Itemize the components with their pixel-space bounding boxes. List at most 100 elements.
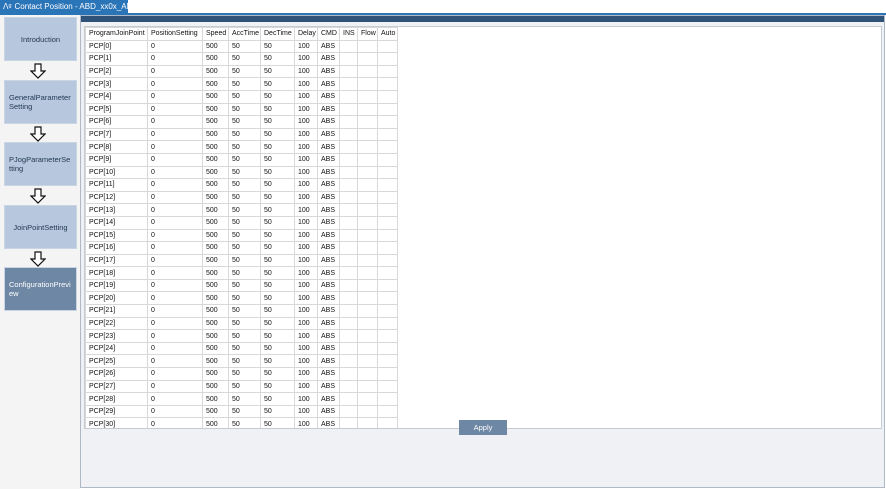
table-cell[interactable]: [357, 165, 378, 180]
table-cell[interactable]: 50: [228, 329, 261, 343]
table-cell[interactable]: 50: [228, 178, 261, 192]
table-cell[interactable]: PCP[27]: [85, 379, 148, 394]
table-cell[interactable]: ABS: [317, 39, 340, 54]
table-cell[interactable]: 50: [228, 354, 261, 369]
step-general-parameter-setting[interactable]: GeneralParameter Setting: [4, 80, 77, 124]
table-cell[interactable]: 500: [202, 417, 229, 428]
table-cell[interactable]: 50: [228, 165, 261, 180]
table-row[interactable]: PCP[10] 0 500 50 50 100 ABS: [85, 165, 398, 180]
table-cell[interactable]: 50: [260, 354, 295, 369]
table-row[interactable]: PCP[29] 0 500 50 50 100 ABS: [85, 404, 398, 419]
table-cell[interactable]: [357, 304, 378, 318]
table-cell[interactable]: PCP[22]: [85, 316, 148, 331]
table-row[interactable]: PCP[27] 0 500 50 50 100 ABS: [85, 379, 398, 394]
table-cell[interactable]: 100: [294, 39, 318, 54]
table-cell[interactable]: 0: [147, 253, 203, 268]
table-cell[interactable]: [339, 341, 358, 356]
table-cell[interactable]: [339, 329, 358, 343]
table-cell[interactable]: 500: [202, 127, 229, 142]
table-cell[interactable]: [377, 241, 398, 255]
table-cell[interactable]: [377, 379, 398, 394]
table-cell[interactable]: [377, 127, 398, 142]
table-cell[interactable]: 50: [260, 367, 295, 381]
table-row[interactable]: PCP[19] 0 500 50 50 100 ABS: [85, 278, 398, 293]
table-cell[interactable]: [377, 178, 398, 192]
table-cell[interactable]: [339, 203, 358, 217]
table-cell[interactable]: [377, 115, 398, 129]
table-cell[interactable]: 500: [202, 266, 229, 280]
table-cell[interactable]: ABS: [317, 253, 340, 268]
column-header[interactable]: Speed: [202, 27, 229, 41]
table-cell[interactable]: [377, 417, 398, 428]
table-cell[interactable]: [357, 253, 378, 268]
table-cell[interactable]: [377, 39, 398, 54]
table-cell[interactable]: 100: [294, 127, 318, 142]
table-row[interactable]: PCP[16] 0 500 50 50 100 ABS: [85, 241, 398, 255]
table-cell[interactable]: [357, 64, 378, 79]
table-cell[interactable]: [339, 127, 358, 142]
table-cell[interactable]: 50: [228, 278, 261, 293]
table-cell[interactable]: [357, 140, 378, 154]
table-row[interactable]: PCP[5] 0 500 50 50 100 ABS: [85, 102, 398, 117]
table-cell[interactable]: ABS: [317, 367, 340, 381]
table-cell[interactable]: 100: [294, 64, 318, 79]
table-cell[interactable]: 500: [202, 241, 229, 255]
table-cell[interactable]: [377, 316, 398, 331]
table-cell[interactable]: PCP[24]: [85, 341, 148, 356]
table-row[interactable]: PCP[3] 0 500 50 50 100 ABS: [85, 77, 398, 91]
window-title-tab[interactable]: ᐱᵍ Contact Position - ABD_xx0x_AN: [0, 0, 132, 13]
table-cell[interactable]: ABS: [317, 102, 340, 117]
table-cell[interactable]: ABS: [317, 266, 340, 280]
table-cell[interactable]: ABS: [317, 89, 340, 104]
table-cell[interactable]: [339, 304, 358, 318]
table-cell[interactable]: 500: [202, 354, 229, 369]
table-cell[interactable]: 50: [260, 215, 295, 230]
table-cell[interactable]: [357, 379, 378, 394]
table-cell[interactable]: [339, 241, 358, 255]
table-cell[interactable]: 0: [147, 115, 203, 129]
table-row[interactable]: PCP[1] 0 500 50 50 100 ABS: [85, 52, 398, 66]
table-row[interactable]: PCP[21] 0 500 50 50 100 ABS: [85, 304, 398, 318]
table-cell[interactable]: [339, 165, 358, 180]
table-cell[interactable]: [339, 291, 358, 306]
table-cell[interactable]: 500: [202, 253, 229, 268]
table-cell[interactable]: 50: [260, 278, 295, 293]
table-cell[interactable]: ABS: [317, 115, 340, 129]
table-cell[interactable]: 50: [228, 152, 261, 167]
column-header[interactable]: Flow: [357, 27, 378, 41]
table-cell[interactable]: ABS: [317, 316, 340, 331]
table-cell[interactable]: 50: [228, 291, 261, 306]
table-cell[interactable]: 50: [228, 215, 261, 230]
table-cell[interactable]: [339, 190, 358, 205]
table-cell[interactable]: PCP[3]: [85, 77, 148, 91]
table-cell[interactable]: ABS: [317, 127, 340, 142]
table-row[interactable]: PCP[0] 0 500 50 50 100 ABS: [85, 39, 398, 54]
table-cell[interactable]: PCP[28]: [85, 392, 148, 406]
table-cell[interactable]: 500: [202, 39, 229, 54]
table-cell[interactable]: PCP[8]: [85, 140, 148, 154]
table-cell[interactable]: 0: [147, 354, 203, 369]
table-cell[interactable]: 100: [294, 304, 318, 318]
table-cell[interactable]: 0: [147, 266, 203, 280]
table-cell[interactable]: [377, 341, 398, 356]
table-cell[interactable]: 50: [260, 329, 295, 343]
table-cell[interactable]: PCP[17]: [85, 253, 148, 268]
table-cell[interactable]: 500: [202, 379, 229, 394]
table-cell[interactable]: 50: [228, 266, 261, 280]
table-cell[interactable]: 500: [202, 404, 229, 419]
table-cell[interactable]: ABS: [317, 190, 340, 205]
table-cell[interactable]: [377, 291, 398, 306]
table-cell[interactable]: ABS: [317, 354, 340, 369]
table-cell[interactable]: ABS: [317, 278, 340, 293]
table-cell[interactable]: 50: [260, 304, 295, 318]
table-cell[interactable]: [377, 253, 398, 268]
table-row[interactable]: PCP[28] 0 500 50 50 100 ABS: [85, 392, 398, 406]
table-cell[interactable]: 50: [260, 102, 295, 117]
table-cell[interactable]: ABS: [317, 392, 340, 406]
table-cell[interactable]: 100: [294, 102, 318, 117]
table-cell[interactable]: ABS: [317, 152, 340, 167]
table-cell[interactable]: ABS: [317, 140, 340, 154]
table-row[interactable]: PCP[25] 0 500 50 50 100 ABS: [85, 354, 398, 369]
table-cell[interactable]: 50: [260, 178, 295, 192]
table-cell[interactable]: [357, 291, 378, 306]
